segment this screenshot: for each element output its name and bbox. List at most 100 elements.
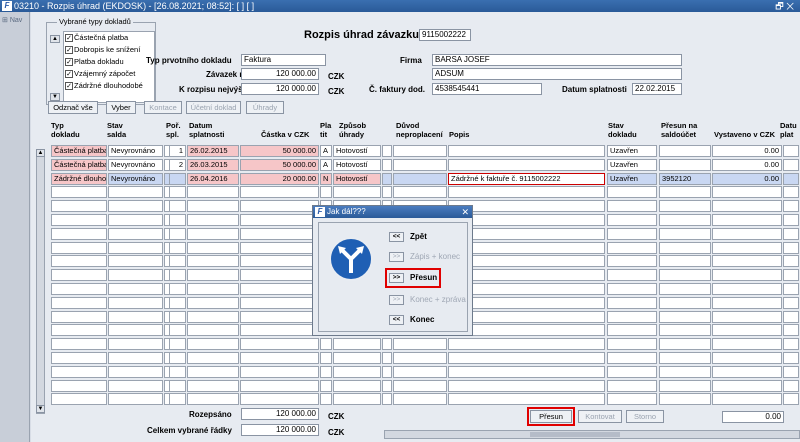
grid-cell-duvod[interactable] [393, 145, 447, 157]
grid-empty-cell[interactable] [108, 283, 163, 295]
grid-empty-cell[interactable] [607, 324, 657, 337]
grid-empty-cell[interactable] [187, 200, 239, 213]
grid-empty-cell[interactable] [169, 269, 186, 282]
grid-empty-cell[interactable] [320, 186, 332, 199]
grid-empty-cell[interactable] [712, 393, 782, 406]
grid-empty-cell[interactable] [783, 255, 799, 268]
grid-empty-cell[interactable] [51, 338, 107, 351]
grid-empty-cell[interactable] [169, 200, 186, 213]
dialog-close-icon[interactable]: ✕ [461, 206, 469, 218]
cislo-faktury-field[interactable]: 4538545441 [432, 83, 542, 95]
grid-empty-cell[interactable] [108, 324, 163, 337]
grid-empty-cell[interactable] [712, 338, 782, 351]
dialog-option-zapis-konec[interactable]: >> Zápis + konec [389, 251, 460, 263]
grid-empty-cell[interactable] [607, 255, 657, 268]
grid-empty-cell[interactable] [659, 186, 711, 199]
grid-empty-cell[interactable] [659, 324, 711, 337]
grid-empty-cell[interactable] [108, 296, 163, 309]
type-item-platba-dokladu[interactable]: ✓ Platba dokladu [64, 56, 154, 68]
grid-cell-vystaveno[interactable]: 0.00 [712, 158, 782, 171]
grid-empty-cell[interactable] [783, 214, 799, 226]
grid-empty-cell[interactable] [783, 365, 799, 378]
grid-empty-cell[interactable] [393, 352, 447, 364]
grid-empty-cell[interactable] [607, 283, 657, 295]
dialog-option-konec-zprava[interactable]: >> Konec + zpráva [389, 294, 466, 306]
grid-empty-cell[interactable] [783, 324, 799, 337]
grid-empty-cell[interactable] [783, 338, 799, 351]
grid-empty-cell[interactable] [320, 393, 332, 406]
checkbox-icon[interactable]: ✓ [65, 58, 73, 66]
nav-link[interactable]: ⊞ Nav [2, 16, 22, 24]
grid-empty-cell[interactable] [108, 227, 163, 240]
grid-empty-cell[interactable] [712, 283, 782, 295]
grid-empty-cell[interactable] [169, 352, 186, 364]
grid-empty-cell[interactable] [51, 241, 107, 254]
grid-empty-cell[interactable] [382, 186, 392, 199]
grid-empty-cell[interactable] [607, 186, 657, 199]
grid-empty-cell[interactable] [240, 241, 319, 254]
grid-cell-castka[interactable]: 50 000.00 [240, 145, 319, 157]
grid-cell-duvod[interactable] [393, 172, 447, 185]
grid-empty-cell[interactable] [712, 269, 782, 282]
grid-empty-cell[interactable] [448, 365, 605, 378]
grid-empty-cell[interactable] [382, 338, 392, 351]
grid-empty-cell[interactable] [51, 352, 107, 364]
grid-scroll-down-button[interactable]: ▼ [36, 405, 45, 413]
grid-empty-cell[interactable] [187, 283, 239, 295]
grid-empty-cell[interactable] [607, 214, 657, 226]
uhrady-button[interactable]: Úhrady [246, 101, 284, 114]
grid-horizontal-scrollbar[interactable] [384, 430, 800, 439]
grid-empty-cell[interactable] [240, 379, 319, 392]
grid-empty-cell[interactable] [448, 186, 605, 199]
grid-empty-cell[interactable] [187, 379, 239, 392]
grid-cell-stav[interactable]: Nevyrovnáno [108, 158, 163, 171]
grid-empty-cell[interactable] [187, 255, 239, 268]
grid-empty-cell[interactable] [51, 283, 107, 295]
grid-empty-cell[interactable] [659, 214, 711, 226]
grid-empty-cell[interactable] [169, 283, 186, 295]
grid-empty-cell[interactable] [659, 283, 711, 295]
grid-empty-cell[interactable] [240, 352, 319, 364]
grid-cell-gap[interactable] [382, 145, 392, 157]
grid-empty-cell[interactable] [712, 186, 782, 199]
grid-empty-cell[interactable] [448, 379, 605, 392]
k-rozpisu-field[interactable]: 120 000.00 [241, 83, 319, 95]
kontace-button[interactable]: Kontace [144, 101, 182, 114]
grid-empty-cell[interactable] [51, 227, 107, 240]
grid-empty-cell[interactable] [607, 352, 657, 364]
grid-empty-cell[interactable] [783, 379, 799, 392]
grid-empty-cell[interactable] [783, 296, 799, 309]
grid-empty-cell[interactable] [169, 310, 186, 323]
grid-cell-datum-platby[interactable] [783, 172, 799, 185]
grid-cell-platit[interactable]: A [320, 158, 332, 171]
grid-empty-cell[interactable] [393, 393, 447, 406]
grid-empty-cell[interactable] [659, 393, 711, 406]
grid-empty-cell[interactable] [108, 214, 163, 226]
grid-empty-cell[interactable] [783, 393, 799, 406]
grid-empty-cell[interactable] [607, 241, 657, 254]
grid-empty-cell[interactable] [187, 338, 239, 351]
checkbox-icon[interactable]: ✓ [65, 70, 73, 78]
grid-empty-cell[interactable] [607, 393, 657, 406]
grid-cell-presun[interactable]: 3952120 [659, 172, 711, 185]
grid-empty-cell[interactable] [51, 365, 107, 378]
type-item-vzajemny-zapocet[interactable]: ✓ Vzájemný zápočet [64, 68, 154, 80]
grid-cell-stav-dokladu[interactable]: Uzavřen [607, 172, 657, 185]
grid-empty-cell[interactable] [187, 186, 239, 199]
zavazek-number-field[interactable]: 9115002222 [419, 29, 471, 41]
grid-empty-cell[interactable] [108, 241, 163, 254]
grid-cell-popis[interactable]: Zádržné k faktuře č. 9115002222 [448, 172, 605, 185]
grid-cell-por[interactable]: 1 [169, 145, 186, 157]
grid-empty-cell[interactable] [187, 214, 239, 226]
grid-empty-cell[interactable] [108, 352, 163, 364]
grid-empty-cell[interactable] [169, 393, 186, 406]
forward-icon[interactable]: >> [389, 251, 404, 262]
grid-empty-cell[interactable] [783, 269, 799, 282]
grid-empty-cell[interactable] [659, 296, 711, 309]
grid-empty-cell[interactable] [240, 283, 319, 295]
grid-empty-cell[interactable] [783, 186, 799, 199]
types-scroll-down-button[interactable]: ▼ [50, 93, 60, 101]
grid-cell-stav-dokladu[interactable]: Uzavřen [607, 158, 657, 171]
grid-empty-cell[interactable] [51, 379, 107, 392]
grid-cell-popis[interactable] [448, 145, 605, 157]
